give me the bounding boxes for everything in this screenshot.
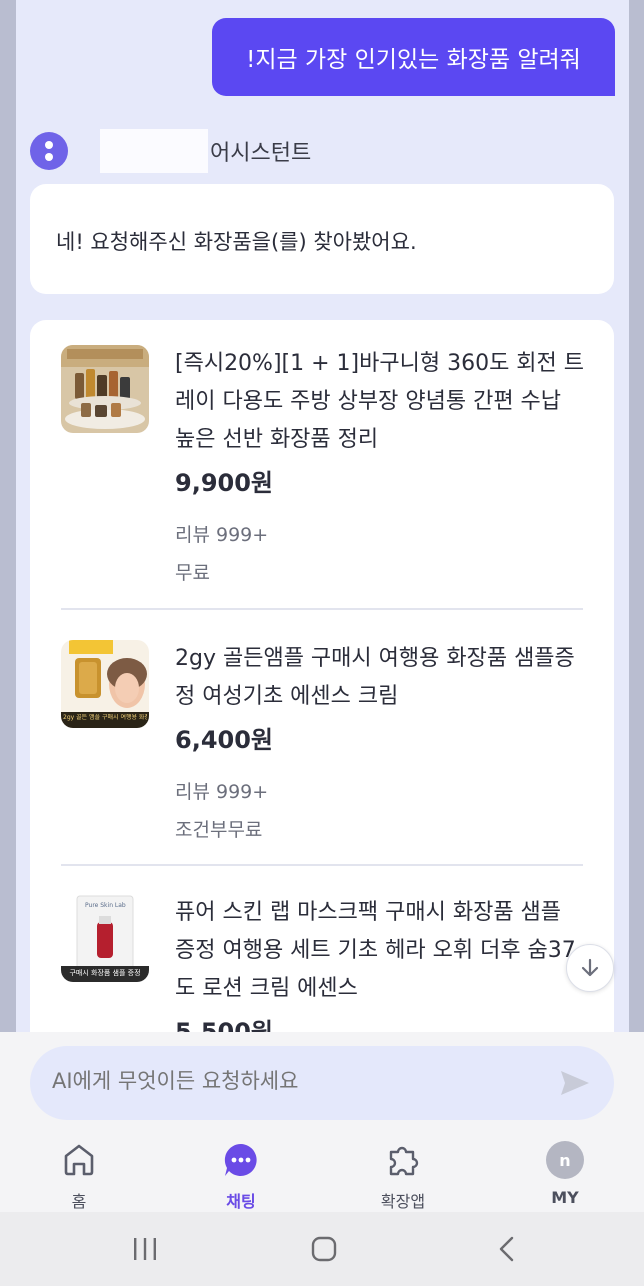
product-item[interactable]: 2gy 골든 앰플 구매시 여행용 화장품 샘플 2gy 골든앰플 구매시 여행… [61,640,583,860]
product-thumbnail[interactable]: Pure Skin Lab 구매시 화장품 샘플 증정 [61,894,149,982]
user-message-text: !지금 가장 인기있는 화장품 알려줘 [246,47,581,73]
divider [61,864,583,866]
profile-avatar: n [546,1141,584,1179]
product-info: [즉시20%][1 + 1]바구니형 360도 회전 트레이 다용도 주방 상부… [175,345,585,592]
nav-label-my: MY [551,1188,579,1207]
product-info: 퓨어 스킨 랩 마스크팩 구매시 화장품 샘플 증정 여행용 세트 기초 헤라 … [175,894,585,1047]
product-thumbnail[interactable] [61,345,149,433]
assistant-message-text: 네! 요청해주신 화장품을(를) 찾아봤어요. [56,230,417,254]
chat-input[interactable] [52,1069,532,1093]
divider [61,608,583,610]
nav-my[interactable]: n MY [520,1138,610,1207]
thumbnail-brand: Pure Skin Lab [85,902,126,909]
assistant-avatar-icon [30,132,68,170]
send-button[interactable] [556,1064,594,1102]
thumbnail-caption: 2gy 골든 앰플 구매시 여행용 화장품 샘플 [63,714,147,721]
nav-chat[interactable]: 채팅 [196,1138,286,1212]
chat-icon [224,1143,257,1176]
user-message-bubble: !지금 가장 인기있는 화장품 알려줘 [212,18,615,96]
scroll-down-button[interactable] [566,944,614,992]
product-price: 9,900원 [175,469,273,497]
product-title[interactable]: 퓨어 스킨 랩 마스크팩 구매시 화장품 샘플 증정 여행용 세트 기초 헤라 … [175,894,585,1008]
recent-apps-icon [134,1238,156,1260]
bottom-navigation: 홈 채팅 확장앱 n MY [0,1138,644,1212]
thumbnail-caption: 구매시 화장품 샘플 증정 [69,969,141,977]
redacted-name-mask [100,129,208,173]
product-title[interactable]: [즉시20%][1 + 1]바구니형 360도 회전 트레이 다용도 주방 상부… [175,345,585,459]
avatar-letter: n [559,1150,571,1170]
home-icon [64,1144,94,1176]
nav-label-home: 홈 [71,1192,87,1211]
back-icon [499,1236,514,1262]
product-title[interactable]: 2gy 골든앰플 구매시 여행용 화장품 샘플증정 여성기초 에센스 크림 [175,640,585,716]
system-navigation-bar [0,1212,644,1286]
send-icon [561,1071,589,1095]
product-price: 6,400원 [175,726,273,754]
product-item[interactable]: [즉시20%][1 + 1]바구니형 360도 회전 트레이 다용도 주방 상부… [61,345,585,611]
chat-input-box[interactable] [30,1046,614,1120]
nav-label-chat: 채팅 [226,1192,256,1211]
nav-extension-apps[interactable]: 확장앱 [358,1138,448,1212]
assistant-message-bubble: 네! 요청해주신 화장품을(를) 찾아봤어요. [30,184,614,294]
arrow-down-icon [581,958,599,977]
product-thumbnail[interactable]: 2gy 골든 앰플 구매시 여행용 화장품 샘플 [61,640,149,728]
product-list-card: [즉시20%][1 + 1]바구니형 360도 회전 트레이 다용도 주방 상부… [30,320,614,1080]
product-shipping: 무료 [175,562,210,584]
puzzle-icon [389,1146,419,1176]
home-system-button[interactable] [308,1234,340,1264]
back-system-button[interactable] [492,1234,522,1264]
home-system-icon [311,1236,337,1262]
product-reviews: 리뷰 999+ [175,781,269,803]
assistant-header: 어시스턴트 [30,128,311,174]
product-reviews: 리뷰 999+ [175,524,269,546]
product-shipping: 조건부무료 [175,819,263,841]
recent-apps-button[interactable] [128,1234,162,1264]
nav-label-extension-apps: 확장앱 [380,1192,426,1211]
product-info: 2gy 골든앰플 구매시 여행용 화장품 샘플증정 여성기초 에센스 크림 6,… [175,640,585,849]
nav-home[interactable]: 홈 [34,1138,124,1212]
assistant-name: 어시스턴트 [210,141,312,166]
